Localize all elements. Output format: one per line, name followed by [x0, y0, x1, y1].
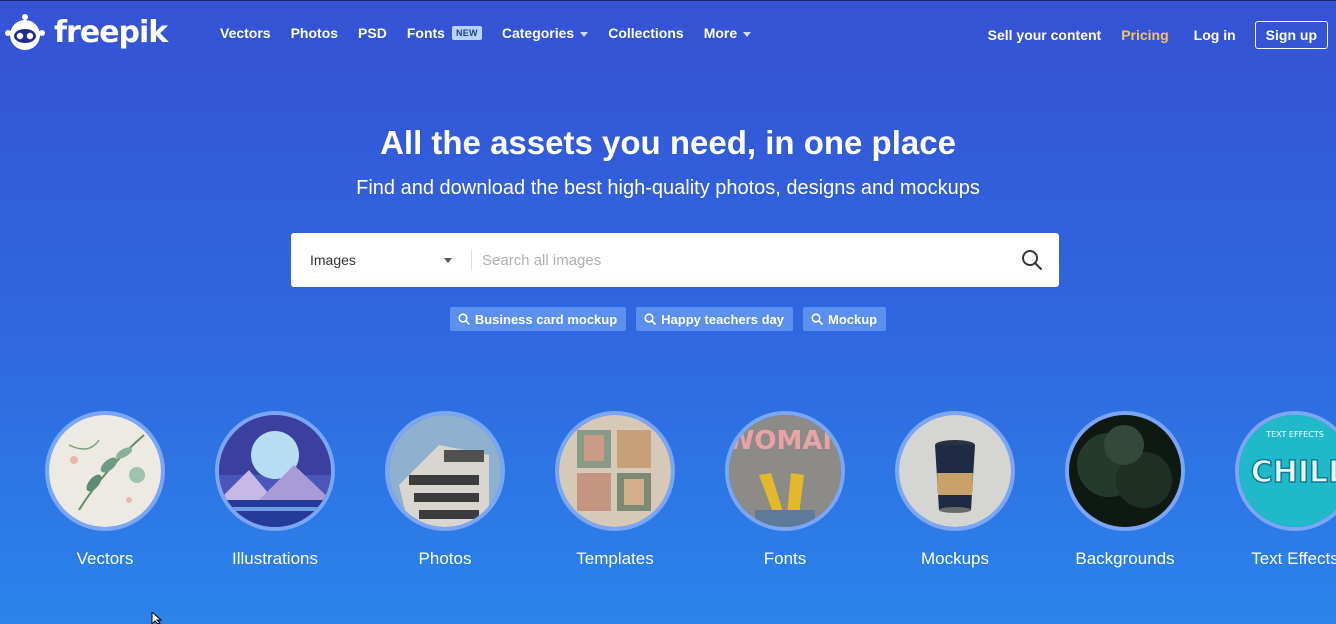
category-thumbnail: [45, 411, 165, 531]
nav-fonts[interactable]: Fonts NEW: [407, 25, 482, 41]
suggestion-label: Business card mockup: [474, 311, 618, 327]
nav-psd[interactable]: PSD: [358, 25, 387, 41]
suggestion-label: Mockup: [828, 311, 878, 327]
nav-label: Collections: [608, 25, 684, 41]
category-vectors[interactable]: Vectors: [20, 411, 190, 569]
suggestion-tag[interactable]: Business card mockup: [449, 307, 627, 331]
mouse-cursor-icon: [151, 612, 163, 624]
suggestion-label: Happy teachers day: [661, 311, 785, 327]
category-thumbnail: TEXT EFFECTS CHILL: [1235, 411, 1336, 531]
category-illustrations[interactable]: Illustrations: [190, 411, 360, 569]
nav-label: Categories: [501, 25, 575, 41]
category-label: Illustrations: [232, 549, 318, 568]
text-effects-caption: TEXT EFFECTS: [1265, 430, 1324, 439]
hero-subtitle: Find and download the best high-quality …: [356, 177, 980, 199]
sell-content-link[interactable]: Sell your content: [988, 27, 1102, 43]
category-label: Fonts: [763, 549, 807, 568]
nav-label: Fonts: [406, 25, 445, 41]
search-icon: [458, 313, 470, 325]
fonts-thumbnail-text: WOMAN: [729, 426, 841, 456]
category-thumbnail: [555, 411, 675, 531]
main-nav: Vectors Photos PSD Fonts NEW Categories …: [220, 25, 771, 41]
chevron-down-icon: [580, 31, 589, 37]
new-badge: NEW: [451, 26, 482, 40]
chevron-down-icon: [743, 31, 752, 37]
nav-categories[interactable]: Categories: [501, 25, 589, 41]
freepik-mascot-icon: [5, 13, 45, 53]
category-templates[interactable]: Templates: [530, 411, 700, 569]
search-type-select[interactable]: Images: [291, 233, 471, 287]
category-thumbnail: [385, 411, 505, 531]
category-label: Backgrounds: [1075, 549, 1175, 568]
nav-photos[interactable]: Photos: [291, 25, 338, 41]
category-thumbnail: WOMAN: [725, 411, 845, 531]
category-label: Mockups: [920, 549, 990, 568]
category-photos[interactable]: Photos: [360, 411, 530, 569]
login-link[interactable]: Log in: [1194, 27, 1236, 43]
category-thumbnail: [895, 411, 1015, 531]
signup-button[interactable]: Sign up: [1254, 21, 1328, 49]
pricing-link[interactable]: Pricing: [1121, 27, 1168, 43]
nav-vectors[interactable]: Vectors: [220, 25, 271, 41]
search-icon: [1022, 250, 1042, 270]
freepik-logo[interactable]: freepik: [5, 12, 168, 54]
category-thumbnail: [1065, 411, 1185, 531]
search-input[interactable]: [472, 233, 1005, 287]
site-header: freepik Vectors Photos PSD Fonts NEW Cat…: [0, 0, 1336, 68]
nav-collections[interactable]: Collections: [608, 25, 683, 41]
category-label: Vectors: [76, 549, 134, 568]
nav-label: More: [703, 25, 738, 41]
text-effects-thumbnail-text: CHILL: [1251, 455, 1336, 490]
hero-title: All the assets you need, in one place: [380, 124, 956, 161]
category-thumbnail: [215, 411, 335, 531]
category-label: Photos: [418, 549, 472, 568]
nav-label: Photos: [290, 25, 339, 41]
category-fonts[interactable]: WOMAN Fonts: [700, 411, 870, 569]
nav-more[interactable]: More: [703, 25, 752, 41]
search-bar: Images: [291, 233, 1059, 287]
search-icon: [644, 313, 656, 325]
suggestion-tag[interactable]: Happy teachers day: [636, 307, 794, 331]
category-label: Templates: [576, 549, 654, 568]
category-mockups[interactable]: Mockups: [870, 411, 1040, 569]
search-button[interactable]: [1005, 233, 1059, 287]
category-text-effects[interactable]: TEXT EFFECTS CHILL Text Effects: [1210, 411, 1336, 569]
search-icon: [811, 313, 823, 325]
suggestion-tag[interactable]: Mockup: [803, 307, 887, 331]
category-row: Vectors Illustrations Photos Templates W…: [0, 411, 1336, 581]
category-backgrounds[interactable]: Backgrounds: [1040, 411, 1210, 569]
account-nav: Sell your content Pricing Log in Sign up: [988, 21, 1328, 49]
search-type-value: Images: [310, 252, 356, 268]
chevron-down-icon: [444, 258, 452, 263]
category-label: Text Effects: [1251, 549, 1336, 568]
nav-label: PSD: [358, 25, 387, 41]
nav-label: Vectors: [220, 25, 271, 41]
brand-name: freepik: [54, 15, 168, 50]
search-suggestions: Business card mockup Happy teachers day …: [0, 307, 1336, 331]
